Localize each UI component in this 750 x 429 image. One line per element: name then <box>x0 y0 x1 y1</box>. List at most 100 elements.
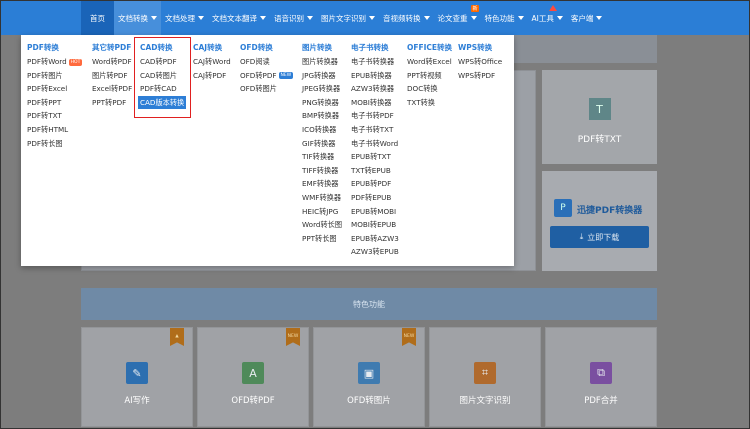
menu-item[interactable]: OFD转PDF NEW <box>240 69 294 83</box>
menu-item[interactable]: PDF转图片 <box>27 69 82 83</box>
menu-item[interactable]: EPUB转换器 <box>351 69 399 83</box>
chevron-down-icon <box>470 16 477 20</box>
nav-av[interactable]: 音视频转换 <box>379 1 434 35</box>
col-wps: WPS转换 WPS转Office WPS转PDF <box>458 41 502 82</box>
menu-item[interactable]: 图片转PDF <box>92 69 132 83</box>
menu-item[interactable]: AZW3转EPUB <box>351 245 399 259</box>
pdf-to-txt-card[interactable]: T PDF转TXT <box>542 70 657 164</box>
nav-label: AI工具 <box>531 13 554 23</box>
col-header[interactable]: 图片转换 <box>302 41 342 55</box>
menu-item[interactable]: 图片转换器 <box>302 55 342 69</box>
col-header[interactable]: OFFICE转换 <box>407 41 452 55</box>
menu-item[interactable]: WPS转PDF <box>458 69 502 83</box>
menu-item[interactable]: Word转Excel <box>407 55 452 69</box>
menu-item-selected[interactable]: CAD版本转换 <box>138 95 187 110</box>
col-header[interactable]: 电子书转换 <box>351 41 399 55</box>
nav-ocr[interactable]: 图片文字识别 <box>317 1 379 35</box>
menu-item[interactable]: EMF转换器 <box>302 177 342 191</box>
menu-item[interactable]: PDF转CAD <box>140 82 186 96</box>
menu-item[interactable]: PDF转Excel <box>27 82 82 96</box>
menu-item[interactable]: PPT转视频 <box>407 69 452 83</box>
nav-plagiarism[interactable]: 论文查重新 <box>434 1 481 35</box>
menu-item[interactable]: 电子书转换器 <box>351 55 399 69</box>
nav-ai[interactable]: AI工具 <box>528 1 567 35</box>
col-image: 图片转换 图片转换器 JPG转换器 JPEG转换器 PNG转换器 BMP转换器 … <box>302 41 342 245</box>
col-header[interactable]: CAD转换 <box>140 41 186 55</box>
menu-item[interactable]: EPUB转PDF <box>351 177 399 191</box>
menu-item[interactable]: PDF转EPUB <box>351 191 399 205</box>
nav-doc-convert[interactable]: 文档转换 <box>114 1 161 35</box>
menu-item[interactable]: WMF转换器 <box>302 191 342 205</box>
menu-item[interactable]: GIF转换器 <box>302 137 342 151</box>
menu-item[interactable]: JPG转换器 <box>302 69 342 83</box>
menu-item[interactable]: PDF转长图 <box>27 137 82 151</box>
new-ribbon: NEW <box>286 328 300 346</box>
menu-item[interactable]: MOBI转EPUB <box>351 218 399 232</box>
menu-item[interactable]: CAD转图片 <box>140 69 186 83</box>
scan-icon: ⌗ <box>474 362 496 384</box>
menu-item[interactable]: Word转长图 <box>302 218 342 232</box>
menu-item[interactable]: TIFF转换器 <box>302 164 342 178</box>
menu-item[interactable]: CAJ转Word <box>193 55 231 69</box>
download-button[interactable]: ⤓ 立即下载 <box>550 226 649 248</box>
hot-arrow-icon <box>548 5 557 11</box>
tool-ocr[interactable]: ⌗ 图片文字识别 <box>429 327 541 427</box>
nav-client[interactable]: 客户端 <box>567 1 607 35</box>
menu-item[interactable]: EPUB转TXT <box>351 150 399 164</box>
new-ribbon: NEW <box>402 328 416 346</box>
menu-item[interactable]: MOBI转换器 <box>351 96 399 110</box>
menu-item[interactable]: JPEG转换器 <box>302 82 342 96</box>
col-to-pdf: 其它转PDF Word转PDF 图片转PDF Excel转PDF PPT转PDF <box>92 41 132 109</box>
menu-item[interactable]: Excel转PDF <box>92 82 132 96</box>
col-header[interactable]: PDF转换 <box>27 41 82 55</box>
nav-speech[interactable]: 语音识别 <box>270 1 317 35</box>
txt-file-icon: T <box>588 98 611 120</box>
menu-item[interactable]: PDF转PPT <box>27 96 82 110</box>
menu-item[interactable]: PDF转Word HOT <box>27 55 83 69</box>
menu-item[interactable]: DOC转换 <box>407 82 452 96</box>
menu-item[interactable]: CAD转PDF <box>140 55 186 69</box>
col-header[interactable]: WPS转换 <box>458 41 502 55</box>
menu-item[interactable]: TXT转EPUB <box>351 164 399 178</box>
menu-item[interactable]: OFD转图片 <box>240 82 293 96</box>
tool-ofd-pdf[interactable]: NEW A OFD转PDF <box>197 327 309 427</box>
menu-item[interactable]: TIF转换器 <box>302 150 342 164</box>
tool-ai-writing[interactable]: ▲ ✎ AI写作 <box>81 327 193 427</box>
menu-item[interactable]: 电子书转Word <box>351 137 399 151</box>
hot-tag: HOT <box>68 58 83 66</box>
menu-item-label: OFD转PDF <box>240 70 277 80</box>
xunjie-logo-icon: P <box>554 199 572 217</box>
tool-label: OFD转PDF <box>231 396 275 406</box>
col-cad: CAD转换 CAD转PDF CAD转图片 PDF转CAD CAD版本转换 <box>138 41 187 110</box>
menu-item[interactable]: CAJ转PDF <box>193 69 231 83</box>
col-header[interactable]: OFD转换 <box>240 41 293 55</box>
nav-features[interactable]: 特色功能 <box>481 1 528 35</box>
menu-item[interactable]: PPT转PDF <box>92 96 132 110</box>
tool-pdf-merge[interactable]: ⧉ PDF合并 <box>545 327 657 427</box>
tool-ofd-image[interactable]: NEW ▣ OFD转图片 <box>313 327 425 427</box>
menu-item[interactable]: 电子书转TXT <box>351 123 399 137</box>
nav-home[interactable]: 首页 <box>81 1 114 35</box>
menu-item[interactable]: 电子书转PDF <box>351 109 399 123</box>
menu-item[interactable]: WPS转Office <box>458 55 502 69</box>
nav-label: 图片文字识别 <box>321 13 366 23</box>
chevron-down-icon <box>369 16 375 20</box>
menu-item[interactable]: BMP转换器 <box>302 109 342 123</box>
menu-item[interactable]: OFD阅读 <box>240 55 293 69</box>
col-header[interactable]: 其它转PDF <box>92 41 132 55</box>
menu-item[interactable]: EPUB转AZW3 <box>351 232 399 246</box>
menu-item[interactable]: PPT转长图 <box>302 232 342 246</box>
nav-label: 首页 <box>90 13 105 23</box>
menu-item[interactable]: Word转PDF <box>92 55 132 69</box>
menu-item[interactable]: AZW3转换器 <box>351 82 399 96</box>
menu-item[interactable]: ICO转换器 <box>302 123 342 137</box>
menu-item[interactable]: PDF转TXT <box>27 109 82 123</box>
menu-item[interactable]: TXT转换 <box>407 96 452 110</box>
nav-translate[interactable]: 文档文本翻译 <box>208 1 270 35</box>
menu-item[interactable]: HEIC转JPG <box>302 205 342 219</box>
nav-doc-process[interactable]: 文档处理 <box>161 1 208 35</box>
menu-item[interactable]: EPUB转MOBI <box>351 205 399 219</box>
menu-item[interactable]: PNG转换器 <box>302 96 342 110</box>
col-header[interactable]: CAJ转换 <box>193 41 231 55</box>
menu-item[interactable]: PDF转HTML <box>27 123 82 137</box>
